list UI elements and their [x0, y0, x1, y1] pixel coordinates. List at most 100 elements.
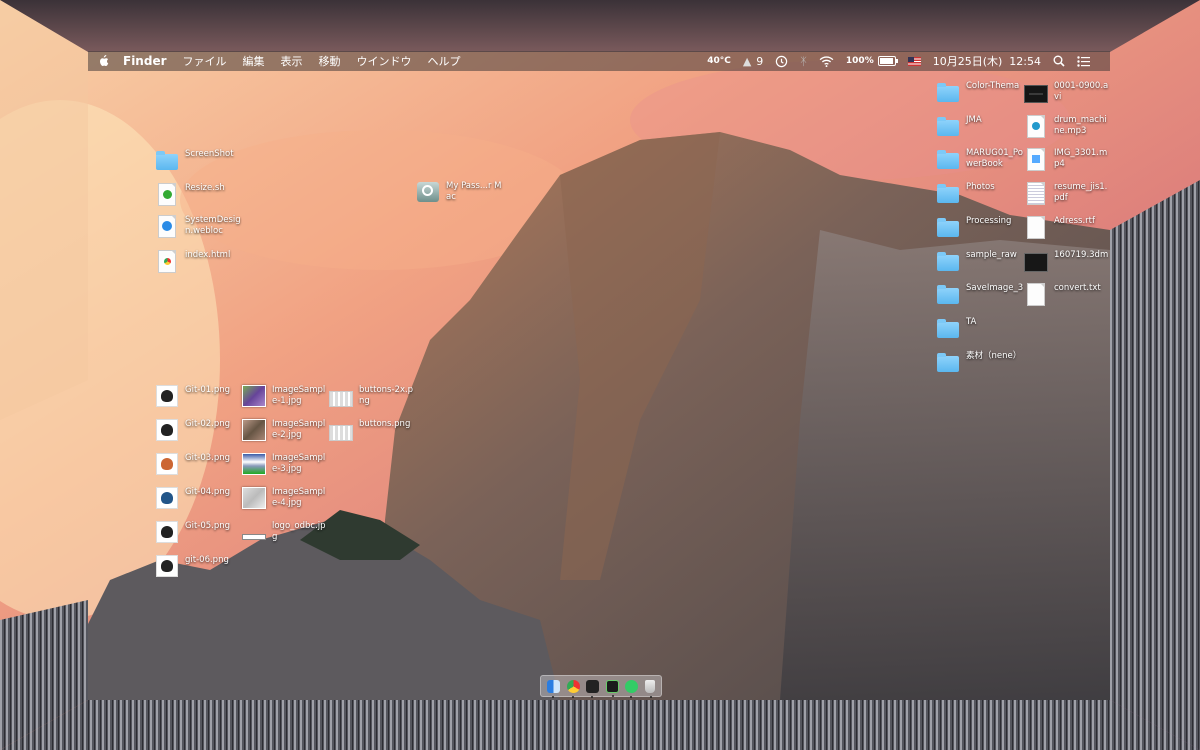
audio-file-icon	[1027, 114, 1045, 138]
trash-icon[interactable]	[644, 679, 655, 698]
desktop-icon-imagesample-3[interactable]: ImageSample-3.jpg	[242, 452, 330, 476]
folder-icon	[937, 83, 959, 102]
octocat-image-icon	[156, 419, 178, 441]
octocat-image-icon	[156, 385, 178, 407]
desktop-wallpaper	[0, 0, 1200, 750]
desktop-icon-git-02[interactable]: Git-02.png	[155, 418, 243, 442]
desktop-icon-logo-odbc[interactable]: logo_odbc.jpg	[242, 520, 330, 544]
desktop-icon-photos-folder[interactable]: Photos	[936, 181, 1024, 205]
menu-bar: Finder ファイル 編集 表示 移動 ウインドウ ヘルプ 40°C ▲ 9 …	[88, 51, 1110, 71]
battery-percent: 100%	[845, 56, 874, 66]
logo-image-icon	[242, 533, 266, 540]
grid-image-icon	[329, 424, 353, 441]
desktop-icon-processing-folder[interactable]: Processing	[936, 215, 1024, 239]
desktop-icon-ta-folder[interactable]: TA	[936, 316, 1024, 340]
adobe-icon: ▲	[742, 54, 752, 68]
adobe-menu-item[interactable]: ▲ 9	[743, 55, 763, 68]
desktop-icon-marug01-folder[interactable]: MARUG01_PowerBook	[936, 147, 1024, 171]
battery-icon	[877, 56, 898, 66]
menu-help[interactable]: ヘルプ	[428, 53, 461, 69]
desktop-icon-jma-folder[interactable]: JMA	[936, 114, 1024, 138]
photo-icon	[242, 487, 266, 509]
desktop-icon-buttons[interactable]: buttons.png	[329, 418, 417, 442]
desktop-icon-saveimage-folder[interactable]: SaveImage_3	[936, 282, 1024, 306]
menu-file[interactable]: ファイル	[183, 53, 227, 69]
folder-icon	[156, 151, 178, 170]
octocat-image-icon	[156, 487, 178, 509]
chrome-icon[interactable]	[566, 679, 580, 698]
webloc-icon	[158, 214, 176, 238]
facetime-icon[interactable]	[625, 679, 639, 698]
desktop-icon-systemdesign-webloc[interactable]: SystemDesign.webloc	[155, 214, 243, 238]
temperature-status[interactable]: 40°C	[707, 56, 731, 66]
folder-icon	[937, 353, 959, 372]
desktop-icon-txt-file[interactable]: convert.txt	[1024, 282, 1112, 306]
octocat-image-icon	[156, 521, 178, 543]
desktop-icon-imagesample-4[interactable]: ImageSample-4.jpg	[242, 486, 330, 510]
desktop-icon-buttons-2x[interactable]: buttons-2x.png	[329, 384, 417, 408]
menu-edit[interactable]: 編集	[243, 53, 265, 69]
terminal-icon[interactable]	[586, 679, 600, 698]
battery-status[interactable]: 100%	[845, 56, 898, 66]
bluetooth-icon[interactable]: ᛡ	[800, 55, 807, 68]
desktop-icon-passport-drive[interactable]: My Pass...r Mac	[416, 180, 506, 204]
desktop-icon-rtf-file[interactable]: Adress.rtf	[1024, 215, 1112, 239]
octocat-image-icon	[156, 555, 178, 577]
desktop-icon-3dm-file[interactable]: 160719.3dm	[1024, 249, 1112, 273]
adobe-badge: 9	[756, 54, 764, 68]
apple-menu-icon[interactable]	[98, 55, 109, 67]
desktop-icon-git-05[interactable]: Git-05.png	[155, 520, 243, 544]
desktop-icon-git-01[interactable]: Git-01.png	[155, 384, 243, 408]
desktop-icon-imagesample-2[interactable]: ImageSample-2.jpg	[242, 418, 330, 442]
clock-date: 10月25日(木)	[932, 55, 1003, 68]
text-file-icon	[1027, 282, 1045, 306]
desktop-icon-pdf-file[interactable]: resume_jis1.pdf	[1024, 181, 1112, 205]
photo-icon	[242, 419, 266, 441]
desktop-icon-color-thema-folder[interactable]: Color-Thema	[936, 80, 1024, 104]
rtf-icon	[1027, 215, 1045, 239]
folder-icon	[937, 218, 959, 237]
clock-time: 12:54	[1009, 54, 1041, 68]
pdf-icon	[1027, 181, 1045, 205]
grid-image-icon	[329, 390, 353, 407]
spotlight-search-icon[interactable]	[1053, 55, 1065, 67]
notification-center-icon[interactable]	[1077, 55, 1090, 67]
desktop-icon-screenshot-folder[interactable]: ScreenShot	[155, 148, 243, 172]
desktop-icon-mp4-file[interactable]: IMG_3301.mp4	[1024, 147, 1112, 171]
chrome-icon	[158, 249, 176, 273]
desktop-icon-index-html[interactable]: index.html	[155, 249, 243, 273]
folder-icon	[937, 184, 959, 203]
menu-clock[interactable]: 10月25日(木) 12:54	[933, 53, 1041, 69]
desktop-icon-sample-raw-folder[interactable]: sample_raw	[936, 249, 1024, 273]
finder-icon[interactable]	[547, 679, 561, 698]
time-machine-icon[interactable]	[775, 55, 788, 68]
menu-view[interactable]: 表示	[281, 53, 303, 69]
movie-icon	[1024, 85, 1048, 103]
desktop-icon-mp3-file[interactable]: drum_machine.mp3	[1024, 114, 1112, 138]
3dm-file-icon	[1024, 253, 1048, 272]
desktop-icon-avi-file[interactable]: 0001-0900.avi	[1024, 80, 1112, 104]
desktop-icon-resize-sh[interactable]: Resize.sh	[155, 182, 243, 206]
desktop-icon-git-04[interactable]: Git-04.png	[155, 486, 243, 510]
photo-icon	[242, 385, 266, 407]
folder-icon	[937, 285, 959, 304]
menu-go[interactable]: 移動	[319, 53, 341, 69]
menu-app-finder[interactable]: Finder	[123, 54, 167, 68]
folder-icon	[937, 319, 959, 338]
menu-window[interactable]: ウインドウ	[357, 53, 412, 69]
desktop-icon-imagesample-1[interactable]: ImageSample-1.jpg	[242, 384, 330, 408]
input-source-flag-icon[interactable]	[907, 56, 921, 66]
folder-icon	[937, 252, 959, 271]
wifi-icon[interactable]	[819, 55, 834, 67]
dock	[540, 675, 662, 698]
time-machine-drive-icon	[417, 182, 439, 202]
desktop-icon-git-06[interactable]: git-06.png	[155, 554, 243, 578]
script-icon	[158, 182, 176, 206]
folder-icon	[937, 150, 959, 169]
desktop-icon-git-03[interactable]: Git-03.png	[155, 452, 243, 476]
activity-monitor-icon[interactable]	[605, 679, 619, 697]
desktop-icon-sozai-folder[interactable]: 素材（nene）	[936, 350, 1024, 374]
gradient-image-icon	[242, 453, 266, 475]
video-file-icon	[1027, 147, 1045, 171]
folder-icon	[937, 117, 959, 136]
